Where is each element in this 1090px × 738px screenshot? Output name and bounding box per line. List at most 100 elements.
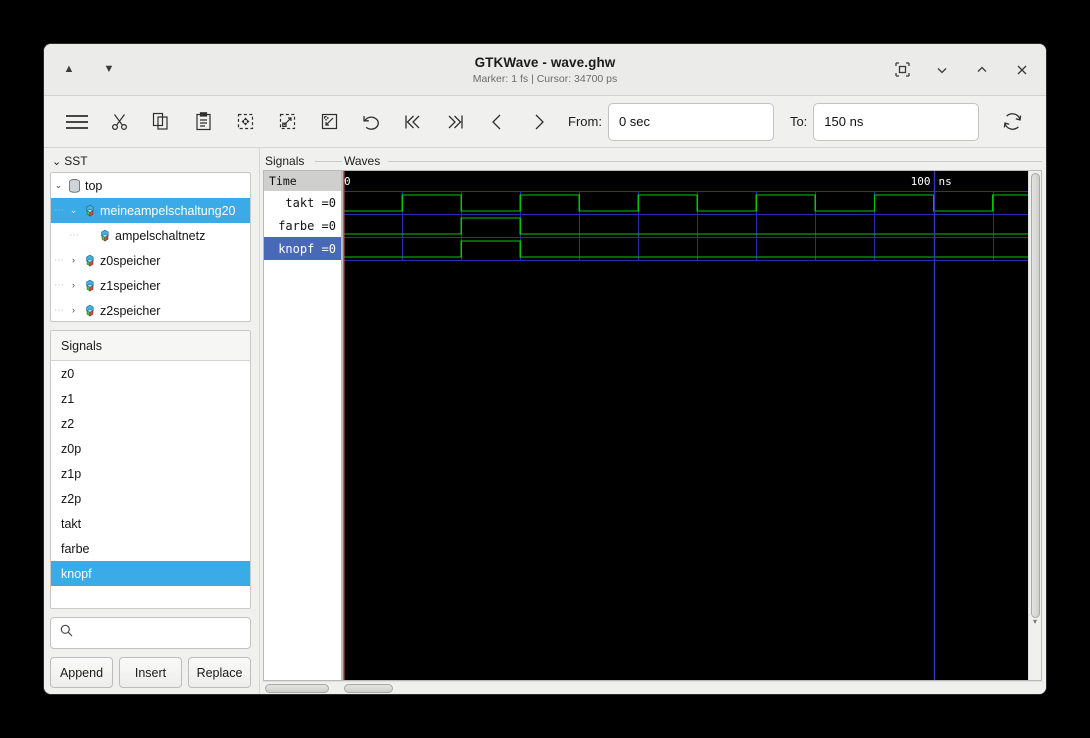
- wave-name-row[interactable]: knopf =0: [264, 237, 341, 260]
- tree-item-ampelschaltnetz[interactable]: ⋯ ampelschaltnetz: [51, 223, 250, 248]
- tree-guide: ⋯: [69, 230, 79, 241]
- fullscreen-icon[interactable]: [892, 60, 912, 80]
- close-icon[interactable]: [1012, 60, 1032, 80]
- signal-list[interactable]: z0 z1 z2 z0p z1p z2p takt farbe knopf: [51, 361, 250, 608]
- waves-legend: Waves: [342, 152, 1042, 170]
- replace-button[interactable]: Replace: [188, 657, 251, 688]
- tree-expander-icon[interactable]: ⌄: [66, 206, 81, 215]
- signal-list-item-z1[interactable]: z1: [51, 386, 250, 411]
- tree-guide: ⋯: [54, 305, 64, 316]
- goto-end-icon[interactable]: [434, 102, 476, 142]
- search-icon: [60, 624, 73, 642]
- tree-item-label: z1speicher: [100, 278, 161, 293]
- cut-icon[interactable]: [98, 102, 140, 142]
- main-body: ⌄ SST ⌄ top ⋯ ⌄ meineampelschaltung20 ⋯ ampels…: [44, 148, 1046, 694]
- window-title: GTKWave - wave.ghw: [474, 54, 616, 70]
- zoom-undo-icon[interactable]: [350, 102, 392, 142]
- tree-item-label: z2speicher: [100, 303, 161, 318]
- maximize-icon[interactable]: [972, 60, 992, 80]
- signal-list-item-z1p[interactable]: z1p: [51, 461, 250, 486]
- signal-list-item-z0[interactable]: z0: [51, 361, 250, 386]
- panel-divider[interactable]: [255, 148, 263, 694]
- waves-hscroll-thumb[interactable]: [344, 683, 393, 693]
- zoom-out-icon[interactable]: [308, 102, 350, 142]
- tree-guide: ⋯: [54, 205, 64, 216]
- module-icon: [81, 304, 98, 318]
- tree-expander-icon[interactable]: ›: [66, 306, 81, 315]
- tree-item-z0speicher[interactable]: ⋯ › z0speicher: [51, 248, 250, 273]
- tree-item-z1speicher[interactable]: ⋯ › z1speicher: [51, 273, 250, 298]
- waves-hscrollbar[interactable]: [342, 681, 1042, 694]
- zoom-fit-icon[interactable]: [224, 102, 266, 142]
- signal-action-buttons: Append Insert Replace: [50, 657, 251, 688]
- copy-icon[interactable]: [140, 102, 182, 142]
- wave-names-box[interactable]: Time takt =0 farbe =0 knopf =0: [263, 170, 342, 681]
- signal-list-item-farbe[interactable]: farbe: [51, 536, 250, 561]
- to-label: To:: [789, 114, 808, 129]
- append-button[interactable]: Append: [50, 657, 113, 688]
- module-icon: [81, 254, 98, 268]
- svg-text:0: 0: [344, 175, 351, 188]
- sst-legend: ⌄ SST: [50, 152, 251, 170]
- waves-legend-label: Waves: [344, 153, 381, 168]
- tree-item-label: ampelschaltnetz: [115, 228, 206, 243]
- menu-icon[interactable]: [56, 102, 98, 142]
- search-box[interactable]: [50, 617, 251, 649]
- signal-list-item-knopf[interactable]: knopf: [51, 561, 250, 586]
- wave-name-rows[interactable]: takt =0 farbe =0 knopf =0: [264, 191, 341, 260]
- marker-cursor-status: Marker: 1 fs | Cursor: 34700 ps: [472, 72, 618, 85]
- insert-button[interactable]: Insert: [119, 657, 182, 688]
- wave-names-empty[interactable]: [264, 260, 341, 680]
- waves-vscroll-thumb[interactable]: [1030, 172, 1040, 619]
- sst-tree[interactable]: ⌄ top ⋯ ⌄ meineampelschaltung20 ⋯ ampelschaltn…: [50, 172, 251, 322]
- tree-item-label: top: [85, 178, 103, 193]
- gtkwave-window: ▲ ▼ GTKWave - wave.ghw Marker: 1 fs | Cu…: [44, 44, 1046, 694]
- prev-edge-icon[interactable]: [476, 102, 518, 142]
- search-input[interactable]: [80, 625, 241, 641]
- waves-vscrollbar[interactable]: ▾: [1028, 170, 1041, 680]
- tree-guide: ⋯: [54, 280, 64, 291]
- tree-item-z2speicher[interactable]: ⋯ › z2speicher: [51, 298, 250, 321]
- wave-names-panel: Signals Time takt =0 farbe =0 knopf =0: [263, 148, 342, 694]
- tree-item-top[interactable]: ⌄ top: [51, 173, 250, 198]
- wave-canvas[interactable]: 0 100 ns: [343, 170, 1028, 680]
- module-icon: [81, 204, 98, 218]
- sst-legend-label: SST: [64, 154, 88, 168]
- nav-up-icon[interactable]: ▲: [58, 59, 80, 81]
- reload-icon[interactable]: [991, 102, 1033, 142]
- zoom-in-icon[interactable]: [266, 102, 308, 142]
- left-panel: ⌄ SST ⌄ top ⋯ ⌄ meineampelschaltung20 ⋯ ampels…: [44, 148, 255, 694]
- tree-expander-icon[interactable]: ⌄: [51, 181, 66, 190]
- signal-list-item-z2p[interactable]: z2p: [51, 486, 250, 511]
- to-input[interactable]: 150 ns: [813, 102, 980, 141]
- goto-start-icon[interactable]: [392, 102, 434, 142]
- wave-name-row[interactable]: takt =0: [264, 191, 341, 214]
- nav-down-icon[interactable]: ▼: [98, 59, 120, 81]
- title-bar: ▲ ▼ GTKWave - wave.ghw Marker: 1 fs | Cu…: [44, 44, 1046, 96]
- wave-names-legend: Signals: [263, 152, 342, 170]
- from-label: From:: [568, 114, 602, 129]
- tree-expander-icon[interactable]: ›: [66, 281, 81, 290]
- signal-list-item-takt[interactable]: takt: [51, 511, 250, 536]
- from-input[interactable]: 0 sec: [607, 102, 774, 141]
- names-hscroll-thumb[interactable]: [265, 683, 329, 693]
- names-hscrollbar[interactable]: [263, 681, 342, 694]
- main-toolbar: From: 0 sec To: 150 ns: [44, 96, 1046, 148]
- signal-list-item-z0p[interactable]: z0p: [51, 436, 250, 461]
- next-edge-icon[interactable]: [518, 102, 560, 142]
- signal-list-item-z2[interactable]: z2: [51, 411, 250, 436]
- tree-item-label: z0speicher: [100, 253, 161, 268]
- module-icon: [81, 279, 98, 293]
- svg-text:100: 100: [911, 175, 931, 188]
- vscroll-down-arrow[interactable]: ▾: [1033, 618, 1037, 626]
- minimize-icon[interactable]: [932, 60, 952, 80]
- tree-item-meineampelschaltung20[interactable]: ⋯ ⌄ meineampelschaltung20: [51, 198, 250, 223]
- module-icon: [96, 229, 113, 243]
- signal-list-header: Signals: [51, 331, 250, 361]
- sst-expander-icon[interactable]: ⌄: [52, 155, 61, 168]
- wave-name-row[interactable]: farbe =0: [264, 214, 341, 237]
- tree-expander-icon[interactable]: ›: [66, 256, 81, 265]
- svg-text:ns: ns: [939, 175, 952, 188]
- wave-viewport: 0 100 ns ▾: [342, 169, 1042, 681]
- paste-icon[interactable]: [182, 102, 224, 142]
